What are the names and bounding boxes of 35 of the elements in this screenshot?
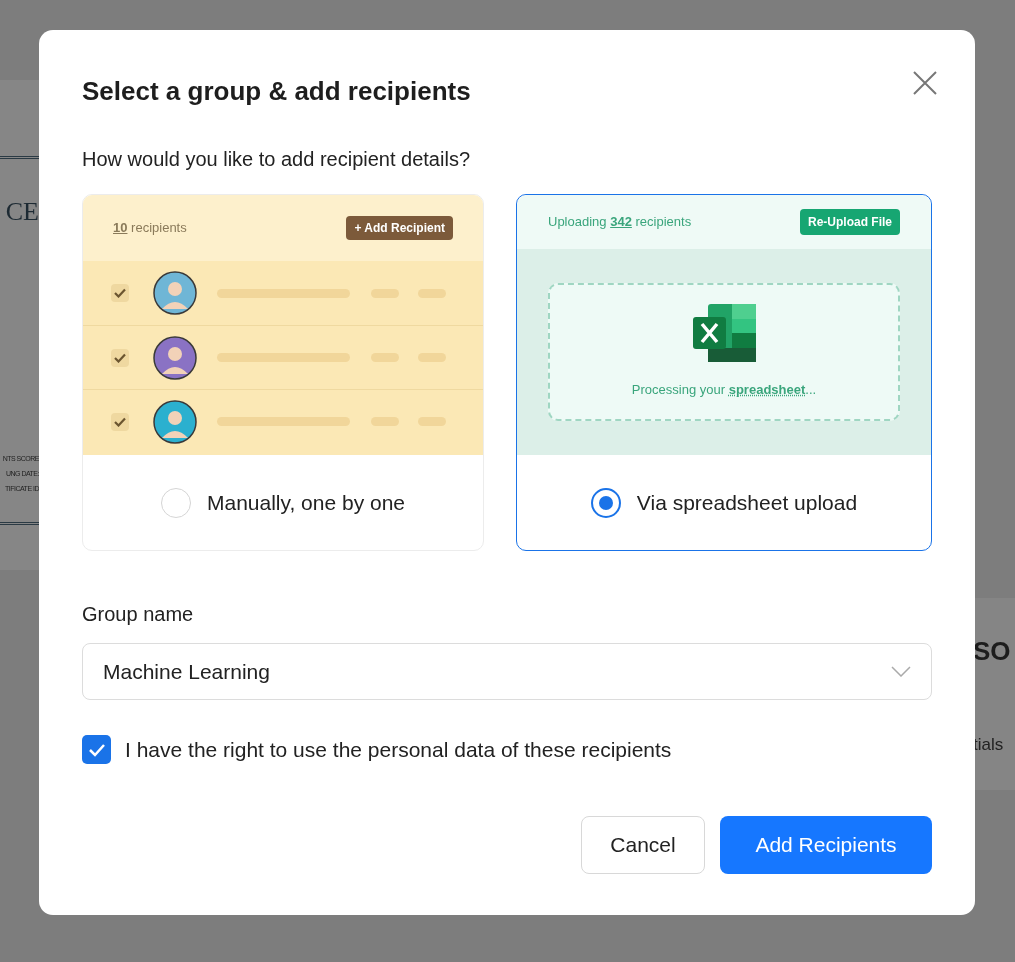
option-card[interactable]: Uploading 342 recipients Re-Upload File Processing your spreadsheet... Via spreadsheet upload	[516, 194, 932, 551]
option-card[interactable]: 10 recipients + Add Recipient Manually, one by one	[82, 194, 484, 551]
consent-text: I have the right to use the personal data of these recipients	[125, 737, 672, 763]
dialog-title: Select a group & add recipients	[82, 75, 471, 108]
checkmark-icon	[114, 416, 126, 427]
cancel-button[interactable]: Cancel	[581, 815, 705, 874]
background-text: CE	[5, 199, 39, 225]
spreadsheet-file-icon	[692, 304, 756, 363]
avatar-icon	[153, 271, 197, 315]
checkmark-icon	[87, 742, 106, 757]
option-label: Manually, one by one	[206, 489, 406, 516]
checkmark-icon	[114, 288, 126, 298]
chevron-down-icon	[891, 666, 911, 677]
avatar-icon	[153, 335, 197, 380]
placeholder-bar	[371, 353, 399, 362]
placeholder-bar	[371, 288, 399, 298]
recipient-count: 10 recipients	[113, 219, 187, 238]
upload-status: Uploading 342 recipients	[548, 213, 692, 232]
add-recipients-button[interactable]: Add Recipients	[720, 815, 932, 874]
question-text: How would you like to add recipient details?	[82, 147, 471, 172]
re-upload-label: Re-Upload File	[800, 209, 900, 235]
placeholder-bar	[371, 417, 399, 426]
add-recipient-label: + Add Recipient	[346, 216, 453, 240]
placeholder-bar	[418, 417, 446, 426]
background-text: SO	[973, 638, 1012, 664]
option-label: Via spreadsheet upload	[636, 489, 858, 516]
field-label: Group name	[82, 602, 195, 627]
placeholder-bar	[418, 353, 446, 362]
group-select[interactable]: Machine Learning	[82, 643, 932, 700]
processing-message: Processing your spreadsheet...	[631, 381, 817, 400]
checkmark-icon	[114, 352, 126, 363]
placeholder-bar	[418, 288, 446, 298]
avatar-icon	[153, 399, 197, 444]
consent-checkbox[interactable]	[82, 735, 111, 765]
radio-button[interactable]	[590, 487, 621, 518]
